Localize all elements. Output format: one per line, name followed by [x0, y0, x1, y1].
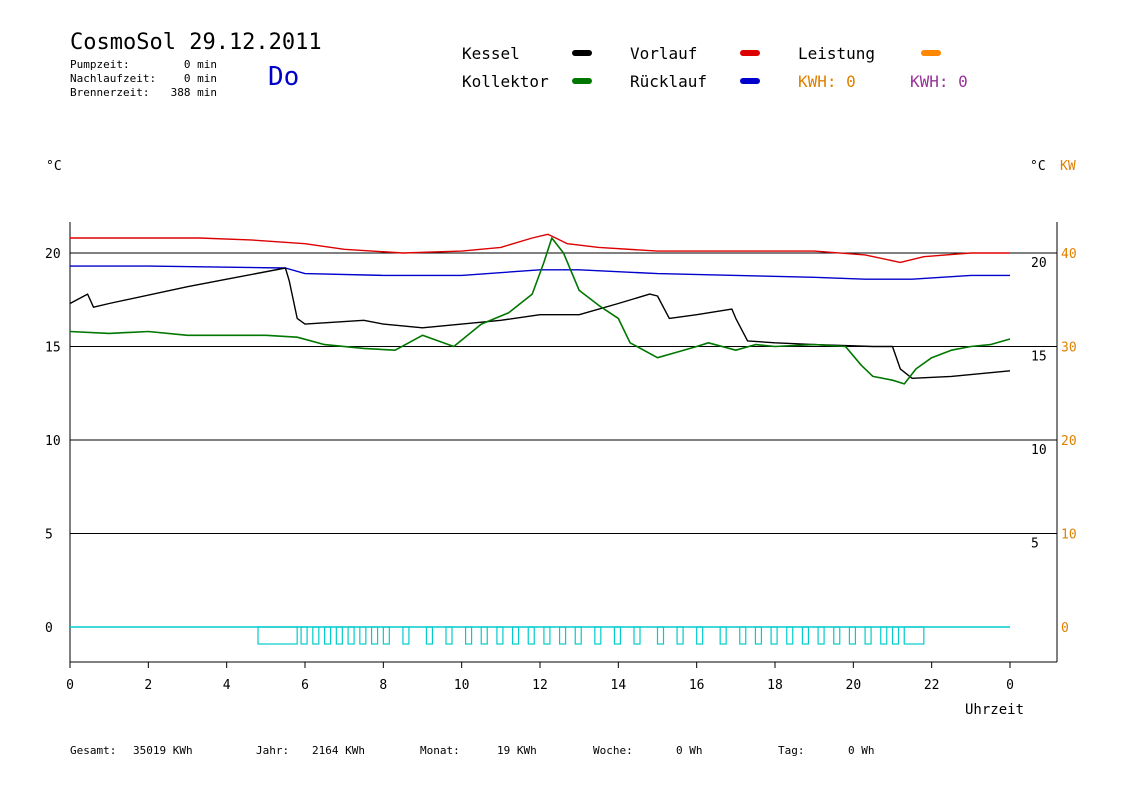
y-right-c-tick-10: 10 [1031, 443, 1047, 458]
y-left-tick-10: 10 [45, 434, 61, 449]
series-line-kollektor [69, 237, 1011, 385]
pump-pulse-14 [496, 626, 504, 645]
y-left-tick-20: 20 [45, 247, 61, 262]
footer-monat-label: Monat: [420, 744, 460, 757]
pump-pulse-12 [464, 626, 473, 645]
footer-gesamt-value: 35019 KWh [133, 744, 193, 757]
pump-pulse-20 [594, 626, 602, 645]
pump-pulse-19 [574, 626, 582, 645]
y-left-tick-15: 15 [45, 341, 61, 356]
x-tick-label-3: 6 [301, 678, 309, 693]
pump-pulse-22 [633, 626, 641, 645]
pump-pulse-30 [786, 626, 794, 645]
pump-pulse-21 [613, 626, 622, 645]
pump-pulse-17 [543, 626, 551, 645]
y-right-c-tick-20: 20 [1031, 256, 1047, 271]
x-tick-label-0: 0 [66, 678, 74, 693]
pump-pulse-7 [370, 626, 379, 645]
x-tick-label-8: 16 [689, 678, 705, 693]
x-axis-label: Uhrzeit [965, 702, 1025, 718]
x-tick-label-6: 12 [532, 678, 548, 693]
y-right-c-tick-15: 15 [1031, 350, 1047, 365]
y-right-kw-tick-0: 0 [1061, 621, 1069, 636]
footer-woche-value: 0 Wh [676, 744, 703, 757]
pump-pulse-4 [335, 626, 343, 645]
pump-pulse-28 [754, 626, 763, 645]
footer-tag-value: 0 Wh [848, 744, 875, 757]
x-tick-label-10: 20 [846, 678, 862, 693]
pump-pulse-0 [257, 626, 298, 645]
x-tick-label-4: 8 [379, 678, 387, 693]
pump-pulse-16 [527, 626, 535, 645]
pump-pulse-23 [656, 626, 665, 645]
footer-tag-label: Tag: [778, 744, 805, 757]
series-line-vorlauf [70, 233, 1010, 264]
pump-pulse-18 [558, 626, 567, 645]
pump-pulse-1 [300, 626, 308, 645]
pump-pulse-11 [445, 626, 453, 645]
pump-pulse-24 [676, 626, 684, 645]
pump-pulse-36 [880, 626, 888, 645]
pump-pulse-32 [817, 626, 825, 645]
pump-pulse-3 [323, 626, 332, 645]
pump-pulse-2 [312, 626, 320, 645]
pump-pulse-34 [848, 626, 857, 645]
pump-pulse-35 [864, 626, 872, 645]
x-tick-label-11: 22 [924, 678, 940, 693]
x-tick-label-9: 18 [767, 678, 783, 693]
y-right-kw-tick-30: 30 [1061, 341, 1077, 356]
pump-pulse-9 [402, 626, 410, 645]
pump-pulse-38 [903, 626, 925, 645]
x-tick-label-7: 14 [611, 678, 627, 693]
y-right-kw-tick-40: 40 [1061, 247, 1077, 262]
footer-woche-label: Woche: [593, 744, 633, 757]
pump-pulse-33 [833, 626, 841, 645]
pump-pulse-26 [719, 626, 727, 645]
pump-pulse-25 [696, 626, 704, 645]
pump-pulse-8 [382, 626, 390, 645]
pump-pulse-37 [891, 626, 900, 645]
temperature-chart: 0 5 10 15 20 5 10 15 20 0 10 20 30 40 0 2 4 6 8 10 12 14 16 18 2… [45, 222, 1077, 693]
x-tick-label-12: 0 [1006, 678, 1014, 693]
footer-jahr-label: Jahr: [256, 744, 290, 757]
x-tick-label-1: 2 [144, 678, 152, 693]
pump-pulse-27 [739, 626, 747, 645]
footer-monat-value: 19 KWh [497, 744, 537, 757]
footer-jahr-value: 2164 KWh [312, 744, 365, 757]
y-left-tick-5: 5 [45, 528, 53, 543]
pump-pulse-10 [425, 626, 434, 645]
x-tick-label-2: 4 [223, 678, 231, 693]
x-tick-label-5: 10 [454, 678, 470, 693]
pump-pulse-29 [770, 626, 778, 645]
y-right-c-tick-5: 5 [1031, 537, 1039, 552]
pump-pulse-13 [480, 626, 488, 645]
series-line-kessel [69, 267, 1011, 379]
y-right-kw-tick-10: 10 [1061, 528, 1077, 543]
pump-pulse-31 [801, 626, 810, 645]
footer-gesamt-label: Gesamt: [70, 744, 117, 757]
pump-pulse-6 [359, 626, 367, 645]
y-left-tick-0: 0 [45, 621, 53, 636]
y-right-kw-tick-20: 20 [1061, 434, 1077, 449]
pump-pulse-5 [347, 626, 355, 645]
pump-pulse-15 [511, 626, 520, 645]
